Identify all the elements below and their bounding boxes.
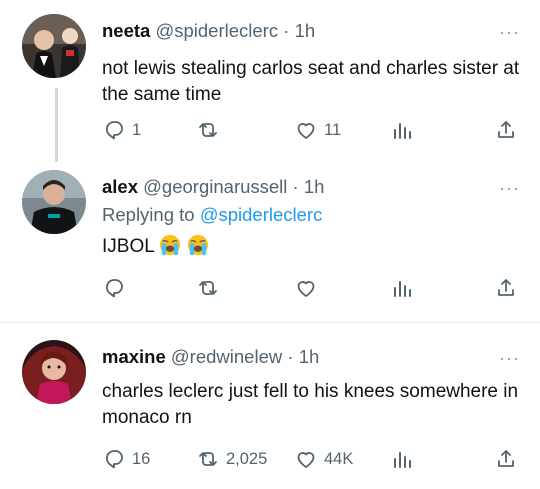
tweet-actions: 1 11 (0, 118, 540, 148)
reply-icon (106, 121, 123, 140)
replying-to-label: Replying to (102, 204, 195, 225)
retweet-button[interactable]: 2,025 (196, 447, 267, 471)
retweet-button[interactable] (196, 276, 220, 300)
tweet-header: alex @georginarussell · 1h (102, 176, 324, 198)
views-icon (394, 452, 411, 468)
separator: · (292, 176, 299, 197)
retweet-count: 2,025 (226, 449, 268, 468)
more-icon[interactable]: ··· (499, 23, 520, 41)
tweet-text: charles leclerc just fell to his knees s… (102, 381, 519, 428)
user-handle[interactable]: @georginarussell (143, 176, 287, 197)
like-icon (297, 452, 315, 468)
like-button[interactable]: 11 (294, 118, 341, 142)
like-icon (297, 123, 315, 139)
tweet-1[interactable]: neeta @spiderleclerc · 1h ··· not lewis … (0, 0, 540, 170)
crying-face-emoji-2 (187, 234, 208, 256)
display-name[interactable]: neeta (102, 20, 150, 41)
like-count: 44K (324, 449, 354, 468)
separator: · (283, 20, 290, 41)
reply-button[interactable]: 1 (102, 118, 141, 142)
share-icon (498, 279, 514, 296)
crying-face-emoji-1 (160, 234, 181, 256)
display-name[interactable]: alex (102, 176, 138, 197)
avatar[interactable] (22, 170, 86, 234)
retweet-icon (199, 452, 217, 466)
tweet-2[interactable]: alex @georginarussell · 1h ··· Replying … (0, 170, 540, 322)
tweet-header: maxine @redwinelew · 1h (102, 346, 319, 368)
like-icon (297, 281, 315, 297)
separator: · (287, 346, 294, 367)
views-icon (394, 281, 411, 297)
avatar-image (22, 170, 86, 234)
reply-count: 1 (132, 120, 142, 139)
more-icon[interactable]: ··· (499, 349, 520, 367)
views-button[interactable] (390, 447, 414, 471)
tweet-3[interactable]: maxine @redwinelew · 1h ··· charles lecl… (0, 323, 540, 489)
reply-count: 16 (132, 449, 151, 468)
timestamp[interactable]: 1h (299, 346, 320, 367)
share-icon (498, 450, 514, 467)
tweet-text-container: IJBOL (102, 234, 522, 260)
tweet-text: not lewis stealing carlos seat and charl… (102, 58, 520, 105)
like-button[interactable] (294, 276, 318, 300)
avatar-image (22, 340, 86, 404)
like-button[interactable]: 44K (294, 447, 353, 471)
share-button[interactable] (494, 276, 518, 300)
timestamp[interactable]: 1h (295, 20, 316, 41)
reply-button[interactable]: 16 (102, 447, 150, 471)
more-icon[interactable]: ··· (499, 179, 520, 197)
user-handle[interactable]: @redwinelew (171, 346, 282, 367)
reply-button[interactable] (102, 276, 126, 300)
user-handle[interactable]: @spiderleclerc (155, 20, 278, 41)
views-button[interactable] (390, 118, 414, 142)
share-button[interactable] (494, 118, 518, 142)
views-button[interactable] (390, 276, 414, 300)
share-icon (498, 121, 514, 138)
tweet-actions: 16 2,025 44K (0, 447, 540, 477)
retweet-icon (199, 123, 217, 137)
retweet-button[interactable] (196, 118, 220, 142)
reply-icon (106, 279, 123, 298)
tweet-text: IJBOL (102, 236, 155, 257)
timestamp[interactable]: 1h (304, 176, 325, 197)
retweet-icon (199, 281, 217, 295)
reply-icon (106, 450, 123, 469)
tweet-header: neeta @spiderleclerc · 1h (102, 20, 315, 42)
replying-to-handle[interactable]: @spiderleclerc (200, 204, 323, 225)
share-button[interactable] (494, 447, 518, 471)
tweet-actions (0, 276, 540, 306)
like-count: 11 (324, 120, 342, 139)
replying-to: Replying to @spiderleclerc (102, 204, 322, 226)
avatar-image (22, 14, 86, 78)
views-icon (394, 123, 411, 139)
avatar[interactable] (22, 340, 86, 404)
avatar[interactable] (22, 14, 86, 78)
display-name[interactable]: maxine (102, 346, 166, 367)
